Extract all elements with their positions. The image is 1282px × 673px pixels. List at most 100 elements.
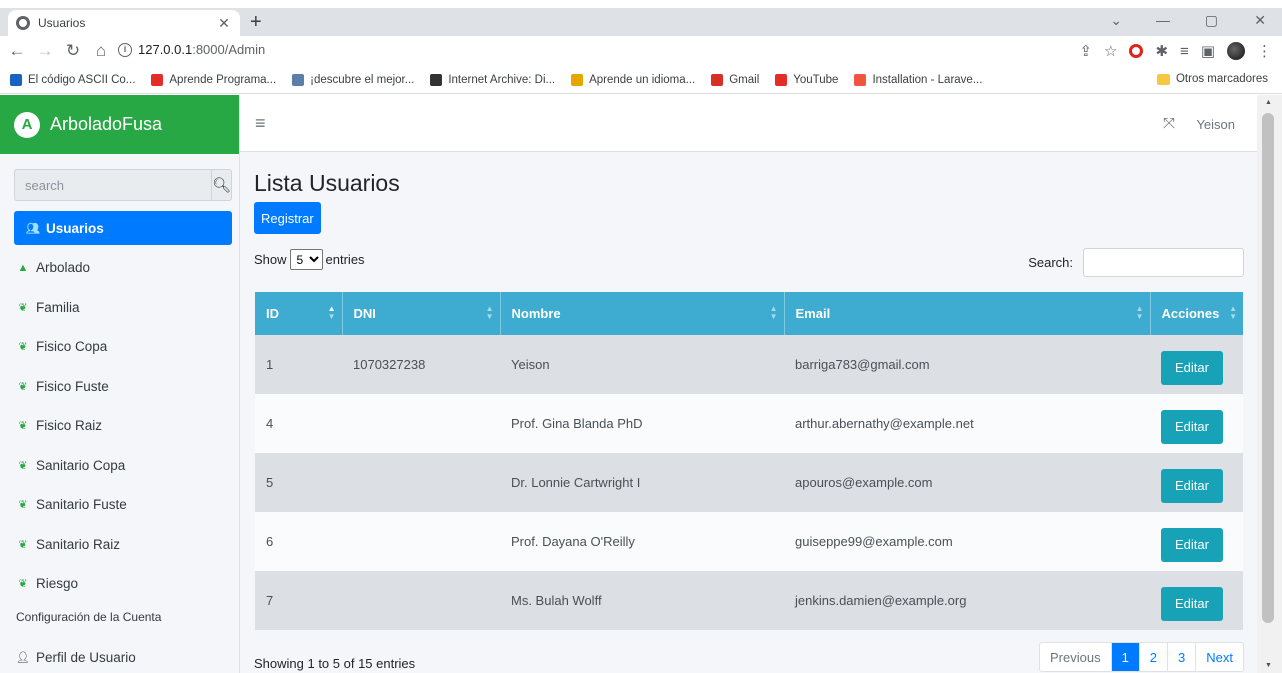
- table-search-input[interactable]: [1083, 248, 1244, 277]
- bookmark-item[interactable]: Gmail: [711, 73, 759, 86]
- sidebar-item-riesgo[interactable]: ❦ Riesgo: [14, 567, 232, 601]
- forward-icon[interactable]: →: [34, 41, 56, 61]
- sidebar: A ArboladoFusa 🔍︎ 👥︎ Usuarios ▲ Arbolado ❦ Fa…: [0, 95, 240, 673]
- cell-email: barriga783@gmail.com: [795, 357, 930, 372]
- bookmark-item[interactable]: Aprende un idioma...: [571, 73, 695, 86]
- bookmark-item[interactable]: El código ASCII Co...: [10, 73, 135, 86]
- minimize-icon[interactable]: —: [1156, 12, 1170, 28]
- share-icon[interactable]: ⇪: [1079, 42, 1092, 60]
- page-button[interactable]: 1: [1110, 643, 1139, 671]
- sort-icon: ▲ ▼: [485, 304, 494, 321]
- users-table: ID ▲ ▼ DNI ▲ ▼ Nombre ▲ ▼ Email ▲ ▼ Acciones ▲ ▼ 1 1070…: [255, 292, 1243, 630]
- entries-select[interactable]: 5: [289, 249, 323, 270]
- brand-name: ArboladoFusa: [50, 114, 163, 134]
- hamburger-menu-icon[interactable]: ≡: [255, 113, 266, 134]
- opera-extension-icon[interactable]: [1129, 44, 1144, 58]
- column-header-dni[interactable]: DNI ▲ ▼: [342, 292, 501, 335]
- page-button[interactable]: 2: [1138, 643, 1167, 671]
- sidebar-item-sanitario-copa[interactable]: ❦ Sanitario Copa: [14, 448, 232, 482]
- sidebar-item-fisico-raiz[interactable]: ❦ Fisico Raiz: [14, 409, 232, 443]
- sidebar-item-label: Perfil de Usuario: [36, 649, 136, 665]
- column-header-email[interactable]: Email ▲ ▼: [784, 292, 1151, 335]
- scrollbar-thumb[interactable]: [1262, 113, 1274, 623]
- sidebar-item-usuarios[interactable]: 👥︎ Usuarios: [14, 211, 232, 245]
- home-icon[interactable]: ⌂: [90, 41, 112, 61]
- table-row: 4 Prof. Gina Blanda PhD arthur.abernathy@e…: [255, 394, 1243, 453]
- table-header-row: ID ▲ ▼ DNI ▲ ▼ Nombre ▲ ▼ Email ▲ ▼ Acciones ▲ ▼: [255, 292, 1243, 335]
- cell-dni: 1070327238: [353, 357, 426, 372]
- edit-button[interactable]: Editar: [1161, 586, 1223, 621]
- profile-avatar-icon[interactable]: [1227, 42, 1245, 60]
- bookmark-label: Installation - Larave...: [872, 73, 983, 86]
- column-header-label: Acciones: [1161, 306, 1220, 321]
- sidebar-search-button[interactable]: 🔍︎: [211, 169, 233, 201]
- restore-icon[interactable]: ▢: [1205, 12, 1218, 29]
- column-header-label: Nombre: [511, 306, 561, 321]
- bookmark-favicon-icon: [430, 73, 443, 86]
- cell-acciones: Editar: [1150, 394, 1243, 453]
- column-header-id[interactable]: ID ▲ ▼: [255, 292, 343, 335]
- user-icon: 👤︎: [16, 651, 30, 664]
- page-scrollbar[interactable]: ▲ ▼: [1257, 95, 1282, 673]
- edit-button[interactable]: Editar: [1161, 350, 1223, 385]
- sidebar-item-label: Fisico Fuste: [36, 378, 109, 394]
- extensions-icon[interactable]: ✱: [1155, 42, 1168, 60]
- sidebar-item-fisico-copa[interactable]: ❦ Fisico Copa: [14, 330, 232, 364]
- cell-id: 5: [266, 475, 274, 490]
- sidebar-item-fisico-fuste[interactable]: ❦ Fisico Fuste: [14, 369, 232, 403]
- site-info-icon[interactable]: i: [118, 42, 132, 57]
- scroll-up-icon[interactable]: ▲: [1265, 99, 1272, 106]
- edit-button[interactable]: Editar: [1161, 409, 1223, 444]
- bookmark-item[interactable]: YouTube: [775, 73, 838, 86]
- page-button[interactable]: 3: [1167, 643, 1195, 671]
- edit-button[interactable]: Editar: [1161, 468, 1223, 503]
- bookmark-item[interactable]: Installation - Larave...: [854, 73, 983, 86]
- next-page-button[interactable]: Next: [1195, 643, 1243, 671]
- other-bookmarks[interactable]: Otros marcadores: [1156, 73, 1268, 85]
- previous-page-button[interactable]: Previous: [1040, 643, 1111, 671]
- url-host: 127.0.0.1: [138, 42, 193, 57]
- sidebar-item-sanitario-fuste[interactable]: ❦ Sanitario Fuste: [14, 488, 232, 522]
- folder-icon: [1156, 73, 1170, 85]
- scroll-down-icon[interactable]: ▼: [1265, 662, 1272, 669]
- side-panel-icon[interactable]: ▣: [1201, 42, 1215, 60]
- sidebar-search: 🔍︎: [14, 169, 233, 201]
- column-header-label: ID: [266, 306, 279, 321]
- reload-icon[interactable]: ↻: [62, 41, 84, 61]
- back-icon[interactable]: ←: [6, 41, 28, 61]
- cell-email: jenkins.damien@example.org: [795, 593, 967, 608]
- sort-icon: ▲ ▼: [327, 304, 336, 321]
- bookmark-item[interactable]: Aprende Programa...: [151, 73, 276, 86]
- cell-nombre: Ms. Bulah Wolff: [511, 593, 602, 608]
- sidebar-item-familia[interactable]: ❦ Familia: [14, 290, 232, 324]
- column-header-acciones[interactable]: Acciones ▲ ▼: [1150, 292, 1243, 335]
- sidebar-item-perfil-de-usuario[interactable]: 👤︎ Perfil de Usuario: [14, 640, 232, 673]
- menu-kebab-icon[interactable]: ⋮: [1257, 42, 1272, 60]
- register-button[interactable]: Registrar: [254, 202, 321, 234]
- seedling-icon: ❦: [18, 380, 28, 393]
- sidebar-search-input[interactable]: [14, 169, 211, 201]
- reading-list-icon[interactable]: ≡: [1180, 43, 1189, 60]
- other-bookmarks-label: Otros marcadores: [1175, 73, 1268, 85]
- bookmark-favicon-icon: [151, 73, 164, 86]
- sidebar-item-arbolado[interactable]: ▲ Arbolado: [14, 251, 232, 285]
- fullscreen-icon[interactable]: ⤧: [1163, 115, 1175, 132]
- bookmarks-bar: El código ASCII Co... Aprende Programa...…: [0, 66, 1282, 94]
- tab-search-icon[interactable]: ⌄: [1110, 12, 1122, 29]
- close-window-icon[interactable]: ✕: [1254, 12, 1266, 29]
- user-name[interactable]: Yeison: [1196, 117, 1235, 132]
- bookmark-item[interactable]: Internet Archive: Di...: [430, 73, 555, 86]
- close-tab-icon[interactable]: ✕: [216, 15, 232, 32]
- bookmark-star-icon[interactable]: ☆: [1104, 42, 1117, 60]
- brand-link[interactable]: A ArboladoFusa: [0, 95, 239, 154]
- browser-tab[interactable]: Usuarios ✕: [8, 10, 240, 36]
- table-row: 1 1070327238 Yeison barriga783@gmail.com Edi…: [255, 335, 1243, 394]
- column-header-nombre[interactable]: Nombre ▲ ▼: [500, 292, 785, 335]
- edit-button[interactable]: Editar: [1161, 527, 1223, 562]
- new-tab-icon[interactable]: +: [250, 11, 262, 34]
- sidebar-item-sanitario-raiz[interactable]: ❦ Sanitario Raiz: [14, 527, 232, 561]
- address-bar[interactable]: i 127.0.0.1:8000/Admin: [118, 42, 265, 57]
- cell-id: 4: [266, 416, 274, 431]
- bookmark-item[interactable]: ¡descubre el mejor...: [292, 73, 414, 86]
- top-navbar: ≡ ⤧ Yeison: [240, 95, 1257, 152]
